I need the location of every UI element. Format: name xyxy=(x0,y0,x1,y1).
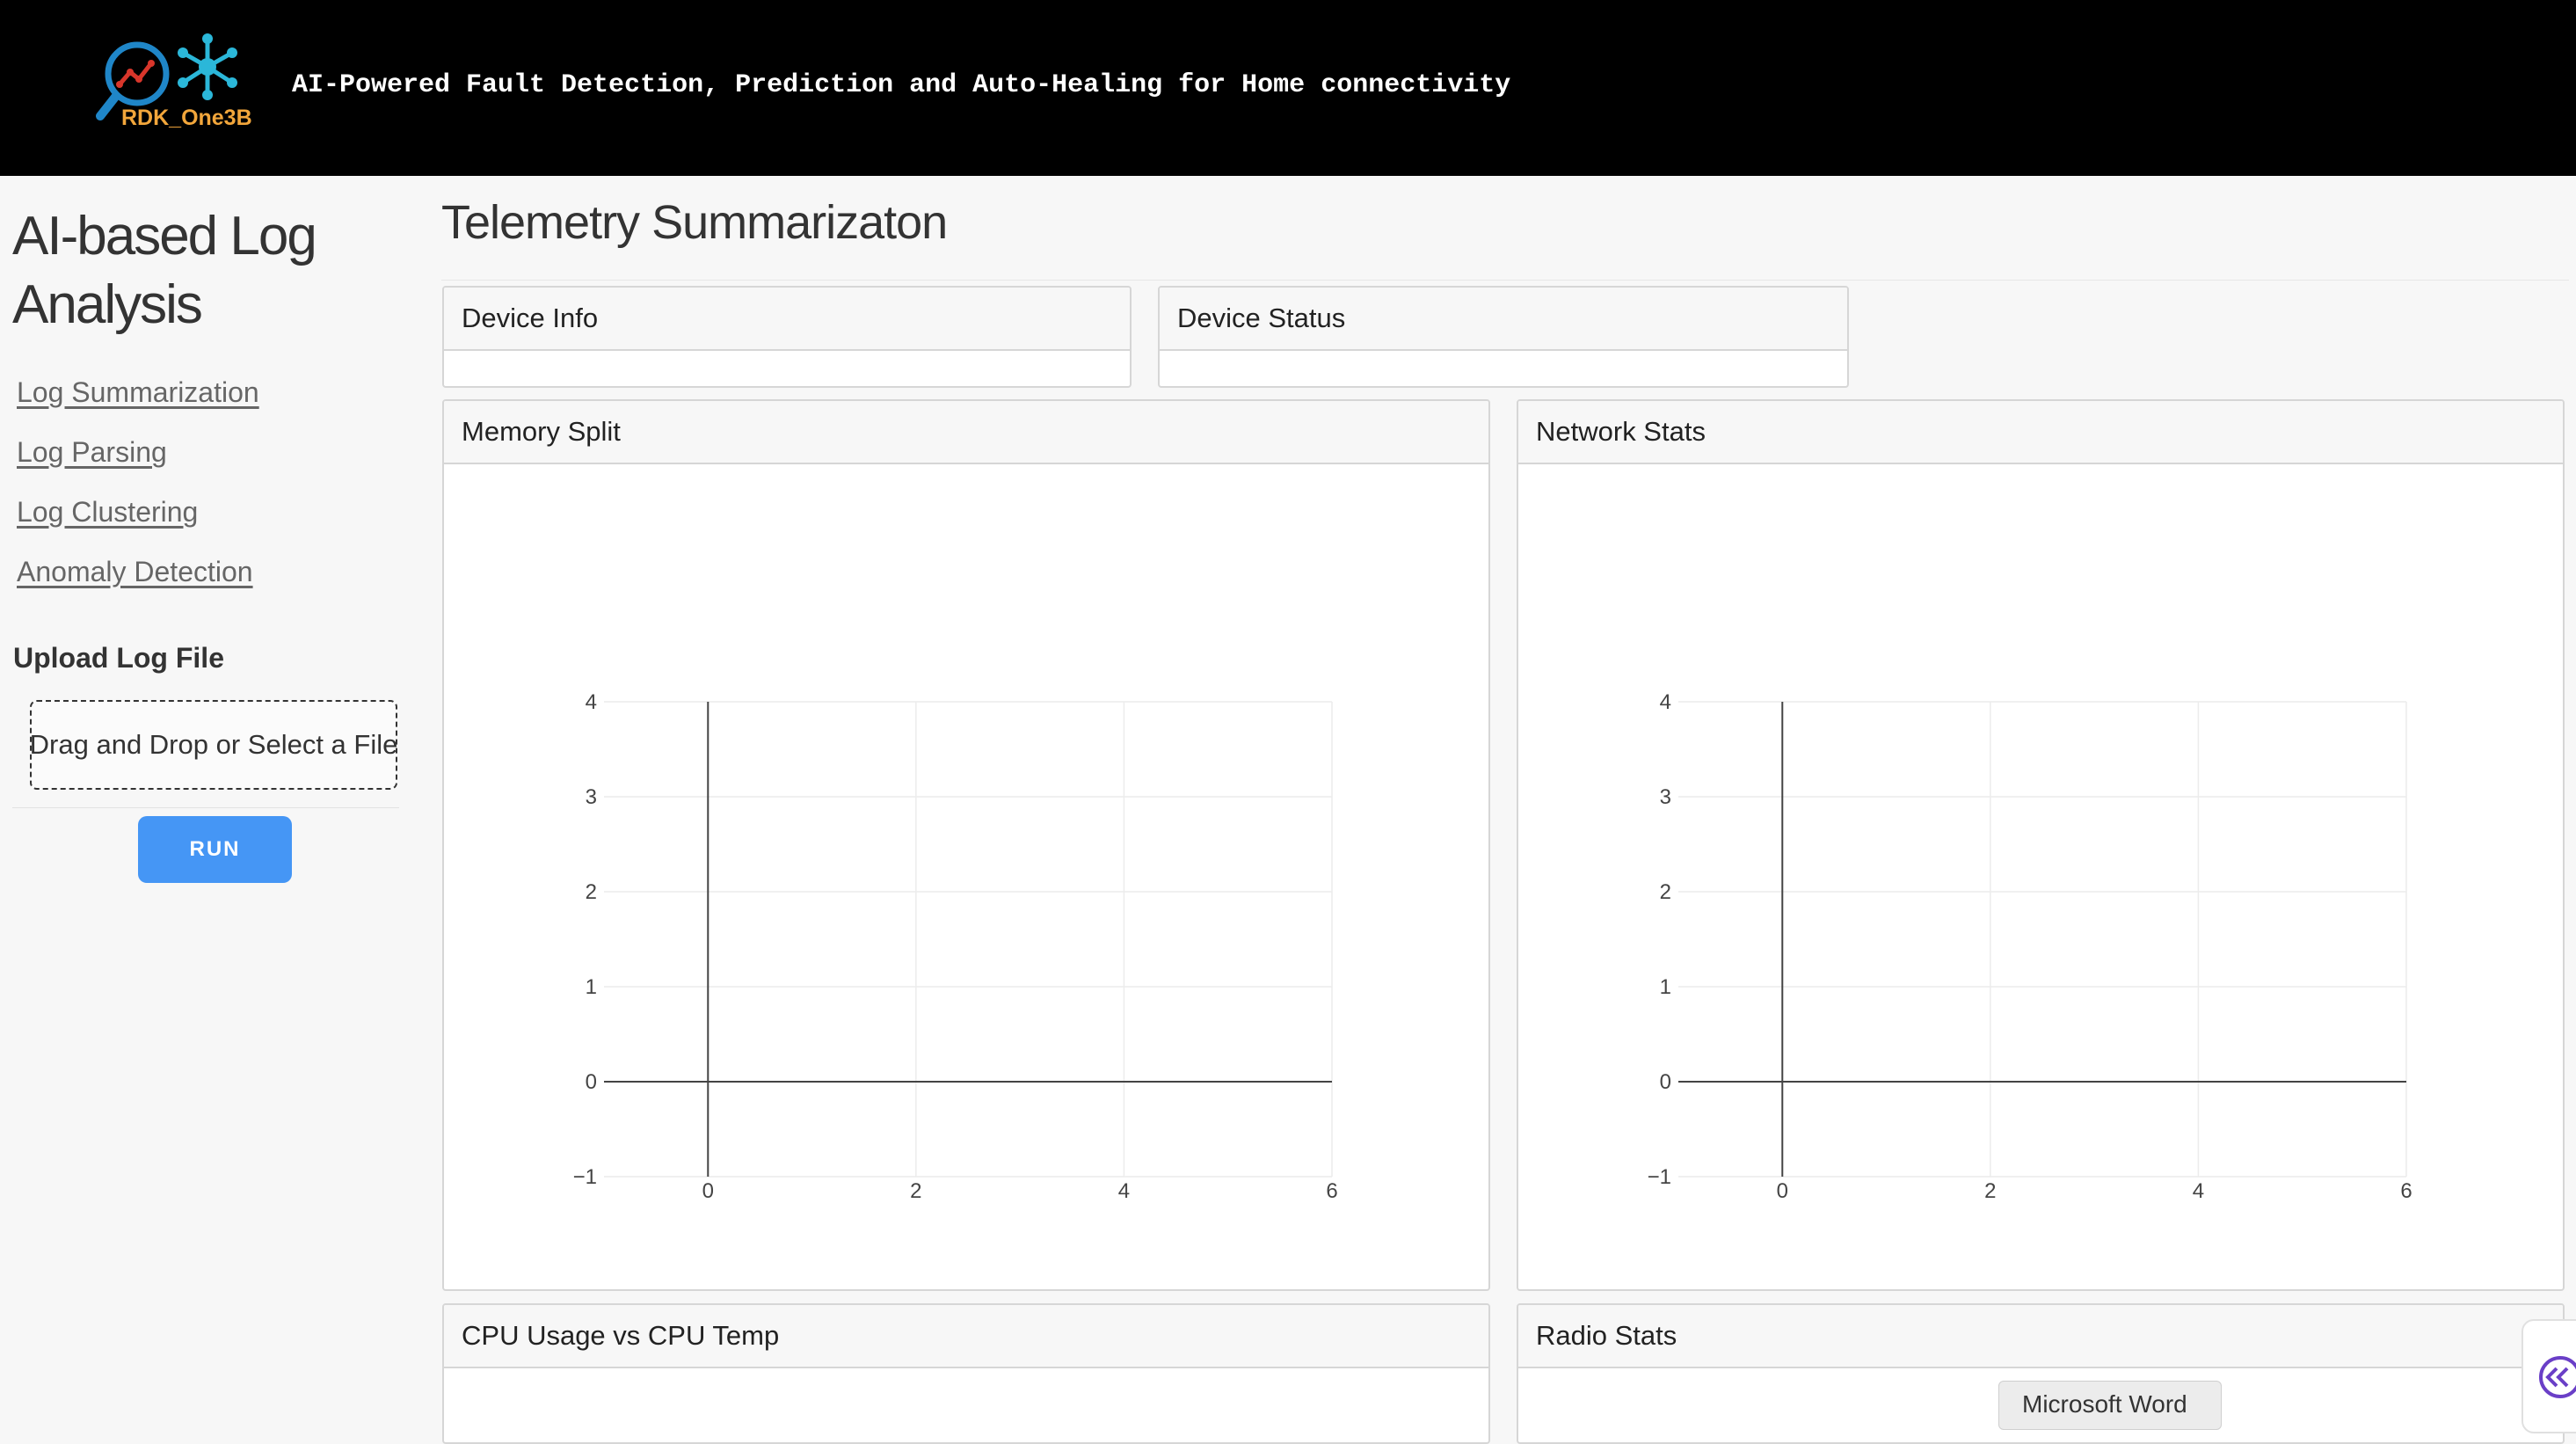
x-tick-label: 2 xyxy=(910,1179,921,1203)
memory-split-chart: −1 0 1 2 3 4 0 2 4 6 xyxy=(573,690,1338,1203)
y-tick-label: 1 xyxy=(586,975,597,999)
y-tick-label: 0 xyxy=(1660,1070,1671,1094)
app-tagline: AI-Powered Fault Detection, Prediction a… xyxy=(292,70,1511,100)
y-tick-label: −1 xyxy=(573,1165,597,1189)
y-tick-label: 3 xyxy=(1660,785,1671,809)
sidebar-divider xyxy=(12,807,399,808)
file-dropzone[interactable]: Drag and Drop or Select a File xyxy=(30,700,397,790)
x-tick-label: 4 xyxy=(2193,1179,2204,1203)
y-tick-label: 1 xyxy=(1660,975,1671,999)
top-banner: RDK_One3B AI-Powered Fault Detection, Pr… xyxy=(0,0,2576,176)
x-tick-label: 6 xyxy=(2400,1179,2412,1203)
y-tick-label: −1 xyxy=(1648,1165,1671,1189)
network-stats-header: Network Stats xyxy=(1518,401,2563,464)
device-info-card: Device Info xyxy=(442,286,1132,388)
y-tick-label: 3 xyxy=(586,785,597,809)
y-tick-label: 2 xyxy=(586,880,597,904)
x-tick-label: 0 xyxy=(702,1179,714,1203)
device-status-card: Device Status xyxy=(1158,286,1849,388)
nav-log-clustering[interactable]: Log Clustering xyxy=(17,496,198,529)
y-tick-label: 0 xyxy=(586,1070,597,1094)
double-chevron-left-icon xyxy=(2539,1356,2576,1398)
x-tick-label: 4 xyxy=(1118,1179,1130,1203)
y-tick-label: 4 xyxy=(1660,690,1671,714)
memory-split-card: Memory Split −1 0 1 2 3 4 0 2 4 6 xyxy=(442,399,1490,1291)
title-divider xyxy=(441,280,2569,281)
page-title: Telemetry Summarizaton xyxy=(441,196,948,249)
run-button[interactable]: RUN xyxy=(138,816,292,883)
nav-log-parsing[interactable]: Log Parsing xyxy=(17,436,167,469)
upload-label: Upload Log File xyxy=(13,642,224,674)
cpu-usage-header: CPU Usage vs CPU Temp xyxy=(444,1305,1488,1368)
nav-anomaly-detection[interactable]: Anomaly Detection xyxy=(17,556,253,588)
network-stats-chart: −1 0 1 2 3 4 0 2 4 6 xyxy=(1648,690,2412,1203)
sidebar-title: AI-based Log Analysis xyxy=(12,206,317,335)
y-tick-label: 4 xyxy=(586,690,597,714)
y-tick-label: 2 xyxy=(1660,880,1671,904)
collapse-panel-button[interactable] xyxy=(2521,1319,2576,1433)
cpu-usage-card: CPU Usage vs CPU Temp xyxy=(442,1303,1490,1444)
x-tick-label: 6 xyxy=(1326,1179,1337,1203)
x-tick-label: 2 xyxy=(1984,1179,1996,1203)
device-status-header: Device Status xyxy=(1160,288,1847,351)
device-info-header: Device Info xyxy=(444,288,1130,351)
radio-stats-header: Radio Stats xyxy=(1518,1305,2563,1368)
memory-split-header: Memory Split xyxy=(444,401,1488,464)
nav-log-summarization[interactable]: Log Summarization xyxy=(17,376,259,409)
network-stats-card: Network Stats −1 0 1 2 3 4 0 2 4 6 xyxy=(1517,399,2565,1291)
logo-text: RDK_One3B xyxy=(121,106,252,130)
x-tick-label: 0 xyxy=(1777,1179,1788,1203)
